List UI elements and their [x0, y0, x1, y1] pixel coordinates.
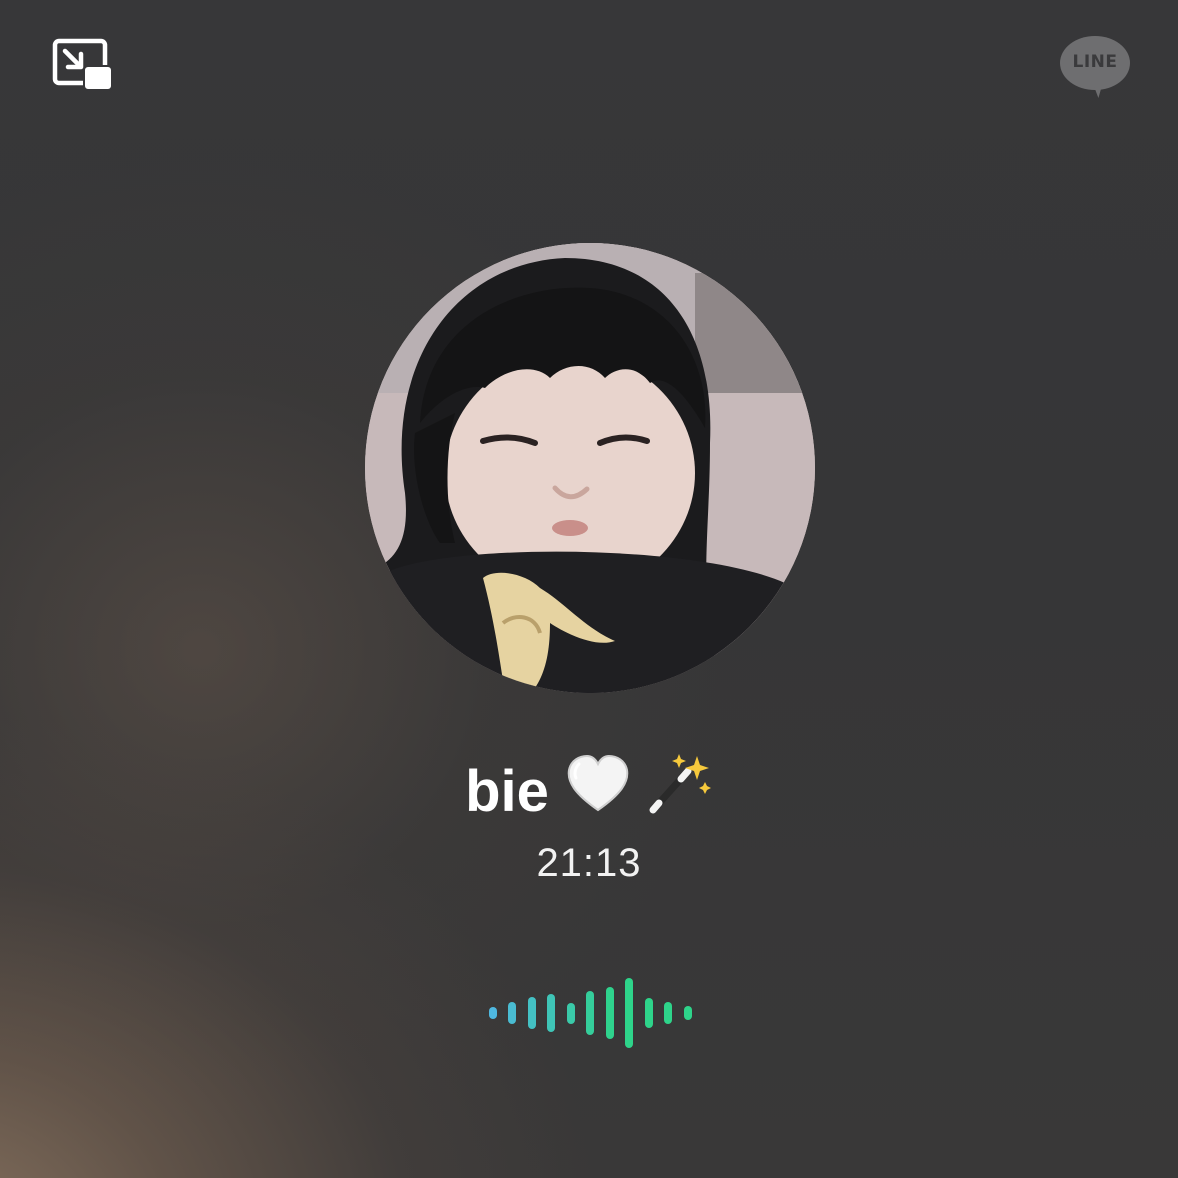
audio-level-bar	[586, 991, 594, 1035]
audio-level-bar	[527, 997, 536, 1029]
heart-icon	[565, 754, 631, 830]
picture-in-picture-button[interactable]	[50, 36, 116, 94]
audio-level-bar	[644, 998, 653, 1028]
line-logo-text: LINE	[1072, 52, 1118, 72]
audio-level-bar	[605, 986, 614, 1040]
line-logo: LINE	[1058, 32, 1134, 100]
picture-in-picture-icon	[52, 38, 113, 91]
caller-name-text: bie	[465, 759, 549, 824]
caller-name: bie	[0, 752, 1178, 832]
audio-level-bar	[547, 993, 555, 1033]
audio-level-bar	[566, 1002, 575, 1024]
line-bubble-tail	[1088, 80, 1104, 98]
caller-avatar	[365, 243, 815, 693]
audio-level-bar	[664, 1001, 672, 1025]
audio-level-bar	[625, 978, 633, 1048]
call-duration: 21:13	[536, 841, 642, 885]
audio-level-bar	[488, 1006, 497, 1020]
audio-level-bar	[508, 1001, 516, 1025]
audio-level-visualizer	[488, 978, 692, 1048]
avatar-photo	[365, 243, 815, 693]
magic-wand-sparkles-icon	[647, 752, 713, 832]
audio-level-bar	[683, 1006, 692, 1020]
